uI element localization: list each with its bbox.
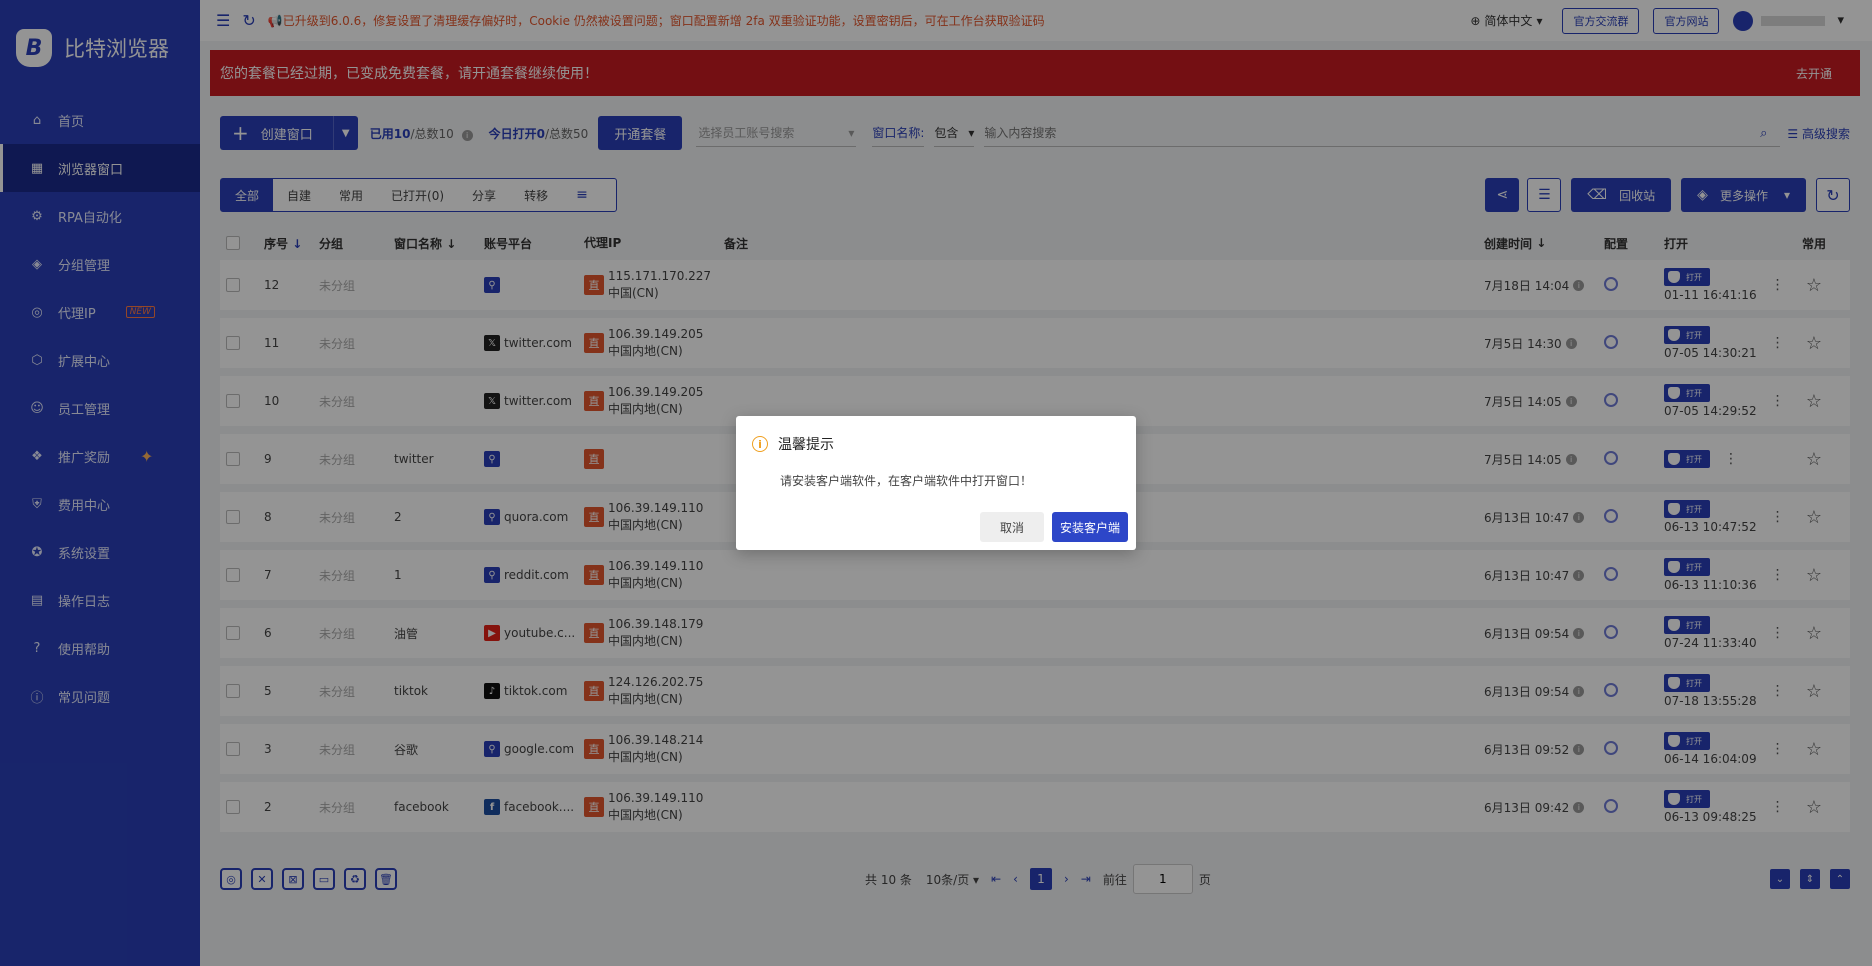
dialog-title: i 温馨提示	[752, 434, 834, 454]
install-client-button[interactable]: 安装客户端	[1052, 512, 1128, 542]
tip-dialog: i 温馨提示 请安装客户端软件，在客户端软件中打开窗口！ 取消 安装客户端	[736, 416, 1136, 550]
warning-icon: i	[752, 436, 768, 452]
dialog-message: 请安装客户端软件，在客户端软件中打开窗口！	[780, 474, 1033, 488]
dialog-title-text: 温馨提示	[778, 437, 834, 453]
cancel-button[interactable]: 取消	[980, 512, 1044, 542]
